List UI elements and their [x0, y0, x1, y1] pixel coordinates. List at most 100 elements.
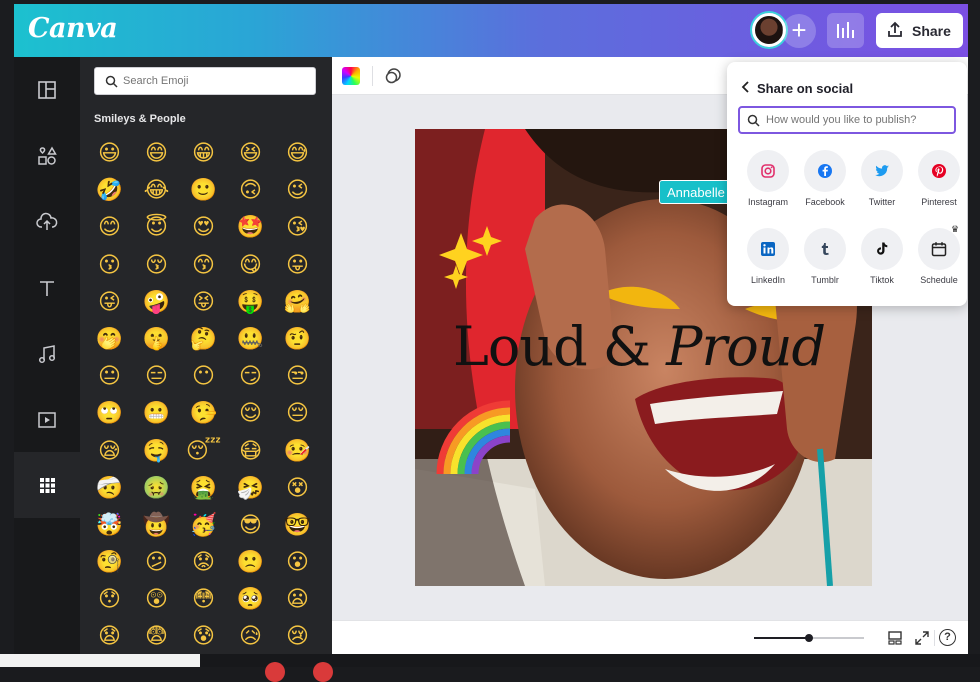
taskbar-app-icon[interactable] — [265, 662, 285, 682]
emoji-item[interactable]: 🤭 — [86, 321, 133, 358]
emoji-item[interactable]: 🙁 — [227, 544, 274, 581]
emoji-item[interactable]: 😷 — [227, 433, 274, 470]
publish-search[interactable] — [738, 106, 956, 134]
emoji-item[interactable]: 😳 — [180, 581, 227, 618]
emoji-item[interactable]: 😶 — [180, 358, 227, 395]
emoji-item[interactable]: 😄 — [133, 135, 180, 172]
social-option-circle[interactable]: ♛ — [918, 224, 960, 270]
emoji-item[interactable]: 😴 — [180, 433, 227, 470]
emoji-item[interactable]: 😊 — [86, 209, 133, 246]
share-button[interactable]: Share — [876, 13, 963, 48]
emoji-item[interactable]: 😉 — [274, 172, 321, 209]
emoji-item[interactable]: 😁 — [180, 135, 227, 172]
emoji-search[interactable] — [94, 67, 316, 95]
emoji-item[interactable]: 😨 — [133, 618, 180, 654]
zoom-slider-knob[interactable] — [805, 634, 813, 642]
emoji-item[interactable]: 😘 — [274, 209, 321, 246]
social-option-instagram[interactable]: Instagram — [740, 150, 796, 214]
sidebar-item-text[interactable] — [14, 255, 80, 321]
emoji-item[interactable]: 🤯 — [86, 507, 133, 544]
emoji-item[interactable]: 😛 — [274, 247, 321, 284]
social-option-pinterest[interactable]: Pinterest — [911, 150, 967, 214]
emoji-item[interactable]: 😃 — [86, 135, 133, 172]
emoji-item[interactable]: 😮 — [274, 544, 321, 581]
headline-text[interactable]: Loud & Proud — [453, 315, 872, 378]
help-button[interactable]: ? — [939, 629, 956, 646]
social-option-circle[interactable] — [747, 150, 789, 192]
emoji-item[interactable]: 😦 — [274, 581, 321, 618]
emoji-item[interactable]: 😰 — [180, 618, 227, 654]
emoji-item[interactable]: 🤪 — [133, 284, 180, 321]
emoji-item[interactable]: 😗 — [86, 247, 133, 284]
emoji-item[interactable]: 😲 — [133, 581, 180, 618]
emoji-item[interactable]: 😅 — [274, 135, 321, 172]
emoji-item[interactable]: 😎 — [227, 507, 274, 544]
social-option-tumblr[interactable]: Tumblr — [797, 228, 853, 292]
social-option-schedule[interactable]: ♛ Schedule — [911, 224, 967, 292]
emoji-item[interactable]: 😙 — [180, 247, 227, 284]
emoji-search-input[interactable] — [123, 71, 309, 91]
color-picker-button[interactable] — [342, 67, 360, 85]
emoji-item[interactable]: 🙄 — [86, 395, 133, 432]
emoji-item[interactable]: 😜 — [86, 284, 133, 321]
sidebar-item-videos[interactable] — [14, 387, 80, 453]
user-avatar[interactable] — [752, 13, 786, 47]
emoji-item[interactable]: 😌 — [227, 395, 274, 432]
emoji-item[interactable]: 😏 — [227, 358, 274, 395]
emoji-item[interactable]: 🥺 — [227, 581, 274, 618]
taskbar-app-icon[interactable] — [313, 662, 333, 682]
emoji-item[interactable]: 😔 — [274, 395, 321, 432]
emoji-item[interactable]: 🙂 — [180, 172, 227, 209]
social-option-circle[interactable] — [861, 228, 903, 270]
emoji-item[interactable]: 🤒 — [274, 433, 321, 470]
social-option-circle[interactable] — [861, 150, 903, 192]
emoji-item[interactable]: 🤕 — [86, 470, 133, 507]
social-option-tiktok[interactable]: Tiktok — [854, 228, 910, 292]
sidebar-item-apps[interactable] — [14, 452, 80, 518]
emoji-item[interactable]: 😒 — [274, 358, 321, 395]
emoji-item[interactable]: 🤨 — [274, 321, 321, 358]
emoji-item[interactable]: 🤣 — [86, 172, 133, 209]
emoji-item[interactable]: 😋 — [227, 247, 274, 284]
social-option-twitter[interactable]: Twitter — [854, 150, 910, 214]
social-option-circle[interactable] — [804, 150, 846, 192]
publish-search-input[interactable] — [766, 111, 952, 129]
emoji-item[interactable]: 😢 — [274, 618, 321, 654]
emoji-item[interactable]: 😵 — [274, 470, 321, 507]
emoji-item[interactable]: 🙃 — [227, 172, 274, 209]
emoji-item[interactable]: 😐 — [86, 358, 133, 395]
emoji-item[interactable]: 🤫 — [133, 321, 180, 358]
emoji-item[interactable]: 🤑 — [227, 284, 274, 321]
emoji-item[interactable]: 🤤 — [133, 433, 180, 470]
emoji-item[interactable]: 😍 — [180, 209, 227, 246]
sidebar-item-uploads[interactable] — [14, 189, 80, 255]
emoji-item[interactable]: 😝 — [180, 284, 227, 321]
zoom-slider[interactable] — [754, 634, 864, 642]
emoji-item[interactable]: 😧 — [86, 618, 133, 654]
emoji-item[interactable]: 🤮 — [180, 470, 227, 507]
emoji-item[interactable]: 🤗 — [274, 284, 321, 321]
emoji-item[interactable]: 🥳 — [180, 507, 227, 544]
social-option-linkedin[interactable]: LinkedIn — [740, 228, 796, 292]
social-option-circle[interactable] — [918, 150, 960, 192]
emoji-item[interactable]: 😑 — [133, 358, 180, 395]
sidebar-item-audio[interactable] — [14, 321, 80, 387]
sidebar-item-elements[interactable] — [14, 123, 80, 189]
emoji-item[interactable]: 😆 — [227, 135, 274, 172]
emoji-item[interactable]: 😇 — [133, 209, 180, 246]
emoji-item[interactable]: 🤥 — [180, 395, 227, 432]
emoji-item[interactable]: 🤩 — [227, 209, 274, 246]
transparency-icon[interactable] — [384, 67, 402, 85]
social-option-circle[interactable] — [747, 228, 789, 270]
emoji-item[interactable]: 😯 — [86, 581, 133, 618]
social-option-facebook[interactable]: Facebook — [797, 150, 853, 214]
emoji-item[interactable]: 😥 — [227, 618, 274, 654]
emoji-item[interactable]: 🤔 — [180, 321, 227, 358]
social-option-circle[interactable] — [804, 228, 846, 270]
emoji-item[interactable]: 🤠 — [133, 507, 180, 544]
emoji-item[interactable]: 😟 — [180, 544, 227, 581]
invite-button[interactable]: + — [782, 14, 816, 48]
emoji-item[interactable]: 🤓 — [274, 507, 321, 544]
sidebar-item-design[interactable] — [14, 57, 80, 123]
emoji-item[interactable]: 😚 — [133, 247, 180, 284]
